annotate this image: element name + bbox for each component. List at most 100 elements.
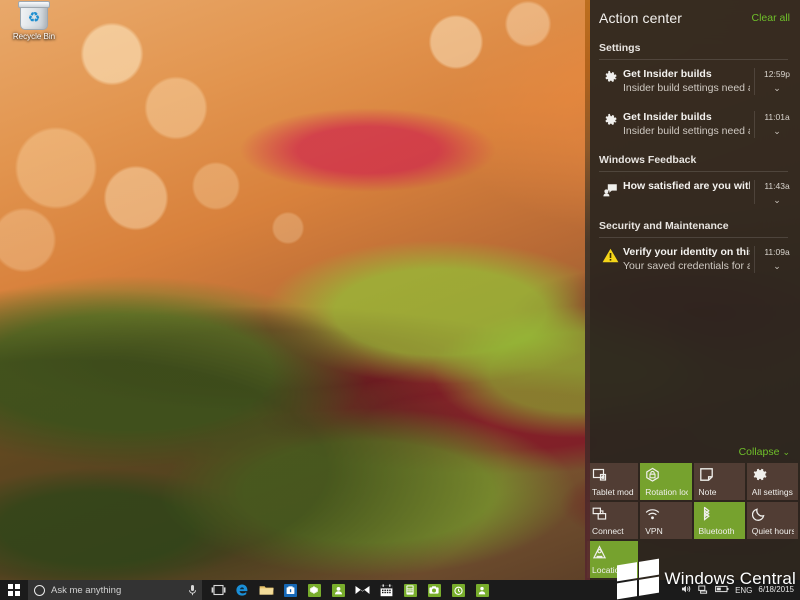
settings-icon xyxy=(307,583,321,597)
quick-action-tile[interactable]: VPN xyxy=(640,502,692,539)
network-icon[interactable] xyxy=(698,584,709,596)
desktop-screen: Recycle Bin Action center Clear all Sett… xyxy=(0,0,800,600)
microsoft-edge-icon xyxy=(236,584,248,596)
search-input[interactable]: Ask me anything xyxy=(28,580,202,600)
taskbar-app-file-explorer[interactable] xyxy=(256,580,276,600)
quick-action-label: Rotation lock xyxy=(645,487,687,497)
quick-action-tile[interactable]: All settings xyxy=(746,463,798,500)
taskbar-app-store[interactable] xyxy=(280,580,300,600)
battery-icon[interactable] xyxy=(715,585,729,595)
taskbar-app-calendar[interactable] xyxy=(376,580,396,600)
microphone-icon[interactable] xyxy=(188,584,197,596)
notification-item[interactable]: Get Insider builds Insider build settings… xyxy=(585,103,800,146)
taskbar-app-alarms[interactable] xyxy=(448,580,468,600)
feedback-icon xyxy=(597,180,623,197)
notification-subtitle: Insider build settings need attention xyxy=(623,125,750,137)
start-button[interactable] xyxy=(0,580,28,600)
quick-action-tile[interactable]: Bluetooth xyxy=(693,502,745,539)
taskbar-app-contact-support[interactable] xyxy=(472,580,492,600)
file-explorer-icon xyxy=(259,586,274,595)
collapse-quick-actions-button[interactable]: Collapse ⌄ xyxy=(585,442,800,463)
speaker-icon[interactable] xyxy=(681,584,692,596)
calendar-icon xyxy=(380,583,392,596)
quick-actions-grid[interactable]: Tablet mode Rotation lock Note All settin… xyxy=(585,463,800,580)
taskbar-app-calculator[interactable] xyxy=(400,580,420,600)
chevron-down-icon[interactable]: ⌄ xyxy=(773,262,781,271)
notification-group-title: Windows Feedback xyxy=(599,154,697,166)
system-tray[interactable]: ENG 6/18/2015 xyxy=(681,580,796,600)
notification-title: Verify your identity on this PC xyxy=(623,246,750,258)
notification-body: Verify your identity on this PC Your save… xyxy=(623,246,754,273)
language-indicator[interactable]: ENG xyxy=(735,586,752,595)
quick-action-label: Quiet hours xyxy=(751,526,794,536)
taskbar-app-settings[interactable] xyxy=(304,580,324,600)
desktop-icon-label: Recycle Bin xyxy=(12,32,56,41)
alarms-icon xyxy=(451,583,465,597)
quick-action-label: Bluetooth xyxy=(698,526,735,536)
action-center-edge-bleed xyxy=(585,0,590,580)
quick-action-tile[interactable]: Rotation lock xyxy=(640,463,692,500)
vpn-icon xyxy=(645,506,687,521)
search-placeholder-text: Ask me anything xyxy=(51,584,122,596)
notification-body: Get Insider builds Insider build settings… xyxy=(623,68,754,95)
quick-action-label: Tablet mode xyxy=(592,487,635,497)
note-icon xyxy=(699,467,741,482)
quick-action-tile[interactable]: Quiet hours xyxy=(746,502,798,539)
clear-all-button[interactable]: Clear all xyxy=(751,12,790,24)
taskbar-app-people[interactable] xyxy=(328,580,348,600)
gear-icon xyxy=(597,68,623,85)
notification-body: How satisfied are you with using th xyxy=(623,180,754,193)
notification-group-title: Settings xyxy=(599,42,641,54)
rotation-lock-icon xyxy=(645,467,687,482)
quick-action-tile[interactable]: Location xyxy=(587,541,639,578)
notification-item[interactable]: Get Insider builds Insider build settings… xyxy=(585,60,800,103)
all-settings-icon xyxy=(752,467,794,482)
calculator-icon xyxy=(403,583,417,597)
gear-icon xyxy=(597,111,623,128)
cortana-circle-icon xyxy=(34,584,45,596)
chevron-down-icon: ⌄ xyxy=(782,447,790,457)
quick-action-label: All settings xyxy=(751,487,793,497)
action-center-header: Action center Clear all xyxy=(585,0,800,34)
notification-item[interactable]: How satisfied are you with using th 11:43… xyxy=(585,172,800,212)
notification-timestamp: 12:59p xyxy=(764,69,790,79)
quick-action-tile[interactable]: Tablet mode xyxy=(587,463,639,500)
windows-logo-icon xyxy=(8,584,20,596)
notification-title: Get Insider builds xyxy=(623,68,712,80)
action-center-title: Action center xyxy=(599,10,683,26)
desktop-icon-recycle-bin[interactable]: Recycle Bin xyxy=(4,1,64,41)
taskbar-app-mail[interactable] xyxy=(352,580,372,600)
quick-action-tile[interactable]: Note xyxy=(693,463,745,500)
chevron-down-icon[interactable]: ⌄ xyxy=(773,84,781,93)
quick-action-tile[interactable]: Connect xyxy=(587,502,639,539)
moon-icon xyxy=(751,506,794,521)
quick-action-label: Connect xyxy=(592,526,624,536)
notification-title: Get Insider builds xyxy=(623,111,712,123)
connect-icon xyxy=(592,506,634,521)
notification-subtitle: Insider build settings need attention xyxy=(623,82,750,94)
quick-action-label: Note xyxy=(698,487,717,497)
taskbar-app-camera[interactable] xyxy=(424,580,444,600)
chevron-down-icon[interactable]: ⌄ xyxy=(773,127,781,136)
chevron-down-icon[interactable]: ⌄ xyxy=(773,196,781,205)
bluetooth-icon xyxy=(699,506,741,521)
notification-timestamp: 11:09a xyxy=(764,247,790,257)
mail-icon xyxy=(355,586,369,594)
location-icon xyxy=(592,545,634,560)
contact-support-icon xyxy=(475,583,489,597)
store-icon xyxy=(283,583,297,597)
notification-item[interactable]: Verify your identity on this PC Your save… xyxy=(585,238,800,281)
recycle-bin-icon xyxy=(18,1,50,30)
notification-group-title: Security and Maintenance xyxy=(599,220,729,232)
taskbar-app-icons[interactable] xyxy=(202,580,492,600)
people-icon xyxy=(331,583,345,597)
notification-list[interactable]: Settings Get Insider builds Insider build … xyxy=(585,34,800,442)
clock-date[interactable]: 6/18/2015 xyxy=(758,585,794,595)
notification-meta: 11:43a ⌄ xyxy=(754,180,794,205)
warning-icon xyxy=(597,246,623,263)
camera-icon xyxy=(427,583,441,597)
taskbar-app-task-view[interactable] xyxy=(208,580,228,600)
taskbar: Ask me anything ENG 6/18/2015 xyxy=(0,580,800,600)
notification-title: How satisfied are you with using th xyxy=(623,180,750,192)
taskbar-app-microsoft-edge[interactable] xyxy=(232,580,252,600)
